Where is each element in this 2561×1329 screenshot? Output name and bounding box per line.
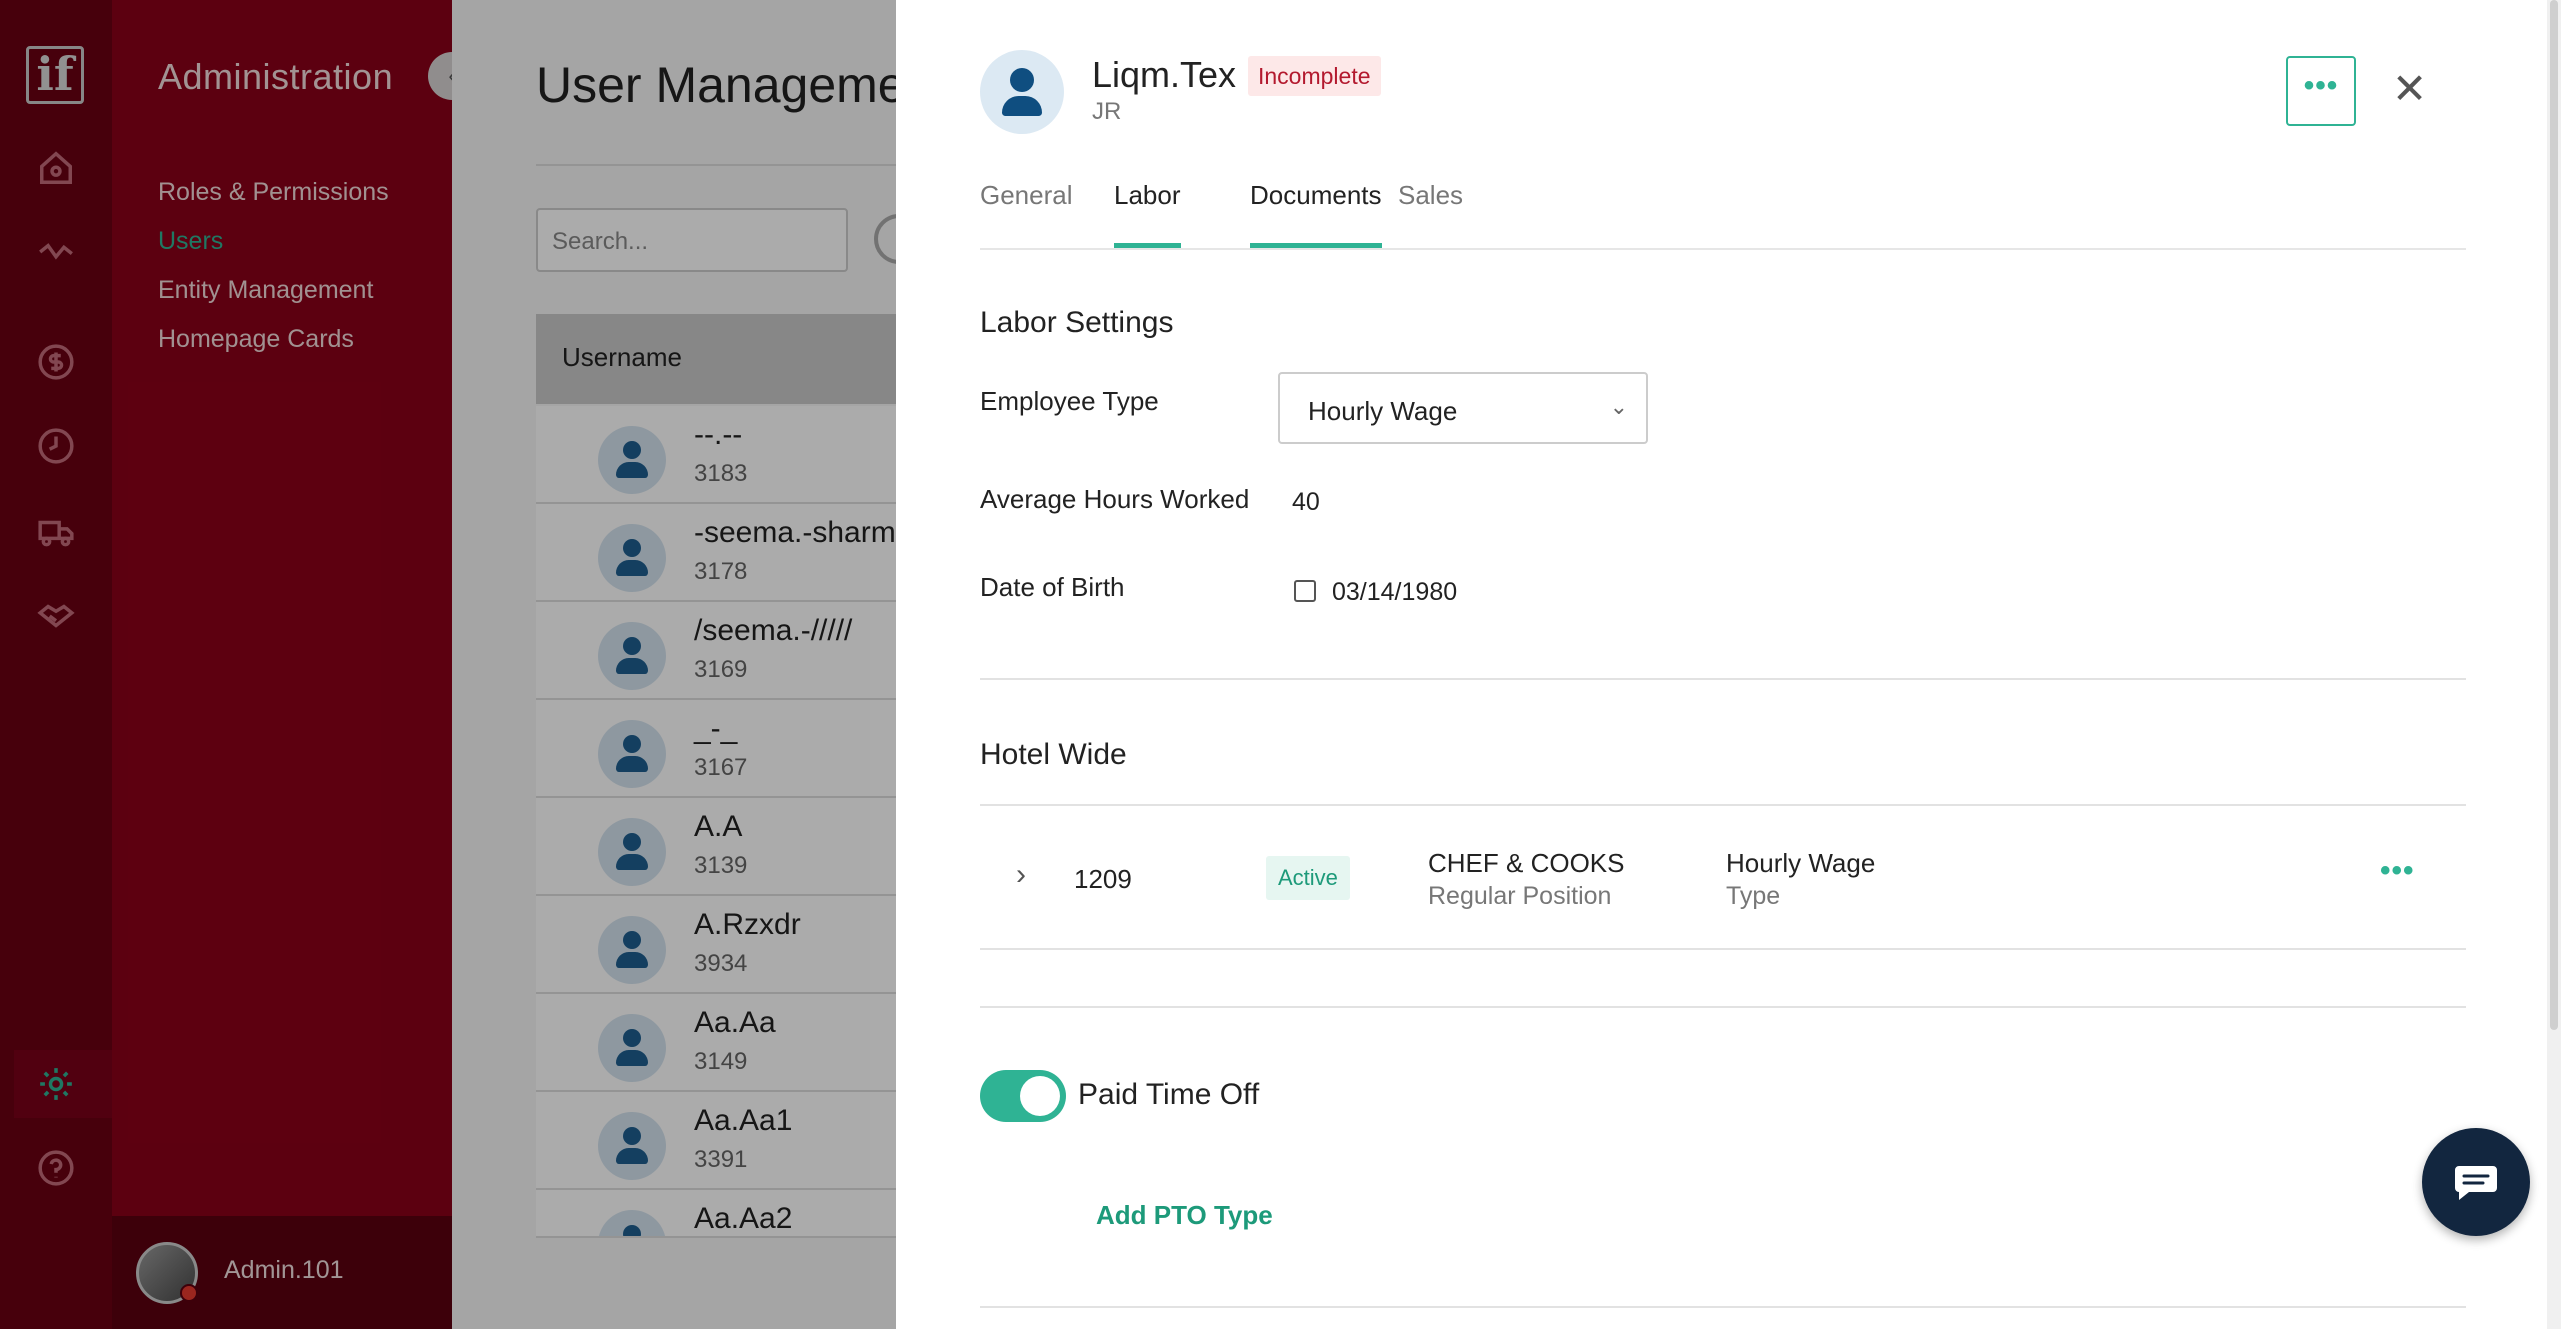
user-initials: JR — [1092, 98, 1122, 125]
position-title: CHEF & COOKS — [1428, 848, 1625, 878]
hotel-wide-title: Hotel Wide — [980, 738, 1127, 771]
status-badge: Active — [1266, 856, 1350, 900]
user-name: Liqm.Tex — [1092, 54, 1237, 95]
calendar-icon[interactable] — [1294, 580, 1316, 602]
avg-hours-value[interactable]: 40 — [1292, 488, 1320, 517]
employee-type-select[interactable]: Hourly Wage ⌄ — [1278, 372, 1648, 444]
employee-type-label: Employee Type — [980, 386, 1159, 416]
more-actions-button[interactable]: ••• — [2286, 56, 2356, 126]
position-row[interactable]: › 1209 Active CHEF & COOKS Regular Posit… — [980, 804, 2466, 950]
chevron-down-icon: ⌄ — [1609, 394, 1628, 419]
labor-settings-title: Labor Settings — [980, 306, 1174, 339]
position-subtitle: Regular Position — [1428, 882, 1612, 910]
tab-labor[interactable]: Labor — [1114, 180, 1181, 248]
divider — [980, 1306, 2466, 1308]
employee-type-value: Hourly Wage — [1308, 396, 1458, 426]
divider — [980, 1006, 2466, 1008]
wage-type: Hourly Wage — [1726, 848, 1876, 878]
chat-button[interactable] — [2422, 1128, 2530, 1236]
user-detail-drawer: Liqm.Tex Incomplete JR ••• ✕ General Lab… — [896, 0, 2561, 1329]
drawer-tabs: General Labor Documents Sales — [980, 176, 2466, 250]
scrollbar[interactable] — [2547, 0, 2561, 1329]
close-icon[interactable]: ✕ — [2392, 64, 2427, 114]
dob-value[interactable]: 03/14/1980 — [1332, 578, 1457, 607]
status-badge: Incomplete — [1248, 56, 1381, 96]
chevron-right-icon[interactable]: › — [1016, 858, 1026, 892]
dob-label: Date of Birth — [980, 572, 1125, 602]
avatar — [980, 50, 1064, 134]
wage-type-label: Type — [1726, 882, 1781, 910]
pto-label: Paid Time Off — [1078, 1078, 1260, 1111]
modal-backdrop[interactable] — [0, 0, 896, 1329]
tab-sales[interactable]: Sales — [1398, 180, 1463, 243]
avg-hours-label: Average Hours Worked — [980, 484, 1250, 514]
tab-general[interactable]: General — [980, 180, 1073, 243]
divider — [980, 678, 2466, 680]
position-number: 1209 — [1074, 864, 1132, 894]
add-pto-type-link[interactable]: Add PTO Type — [1096, 1200, 1273, 1231]
scrollbar-thumb[interactable] — [2550, 0, 2558, 1030]
chat-icon — [2455, 1166, 2497, 1200]
row-more-actions-button[interactable]: ••• — [2380, 854, 2415, 888]
pto-toggle[interactable] — [980, 1070, 1066, 1122]
tab-documents[interactable]: Documents — [1250, 180, 1382, 248]
